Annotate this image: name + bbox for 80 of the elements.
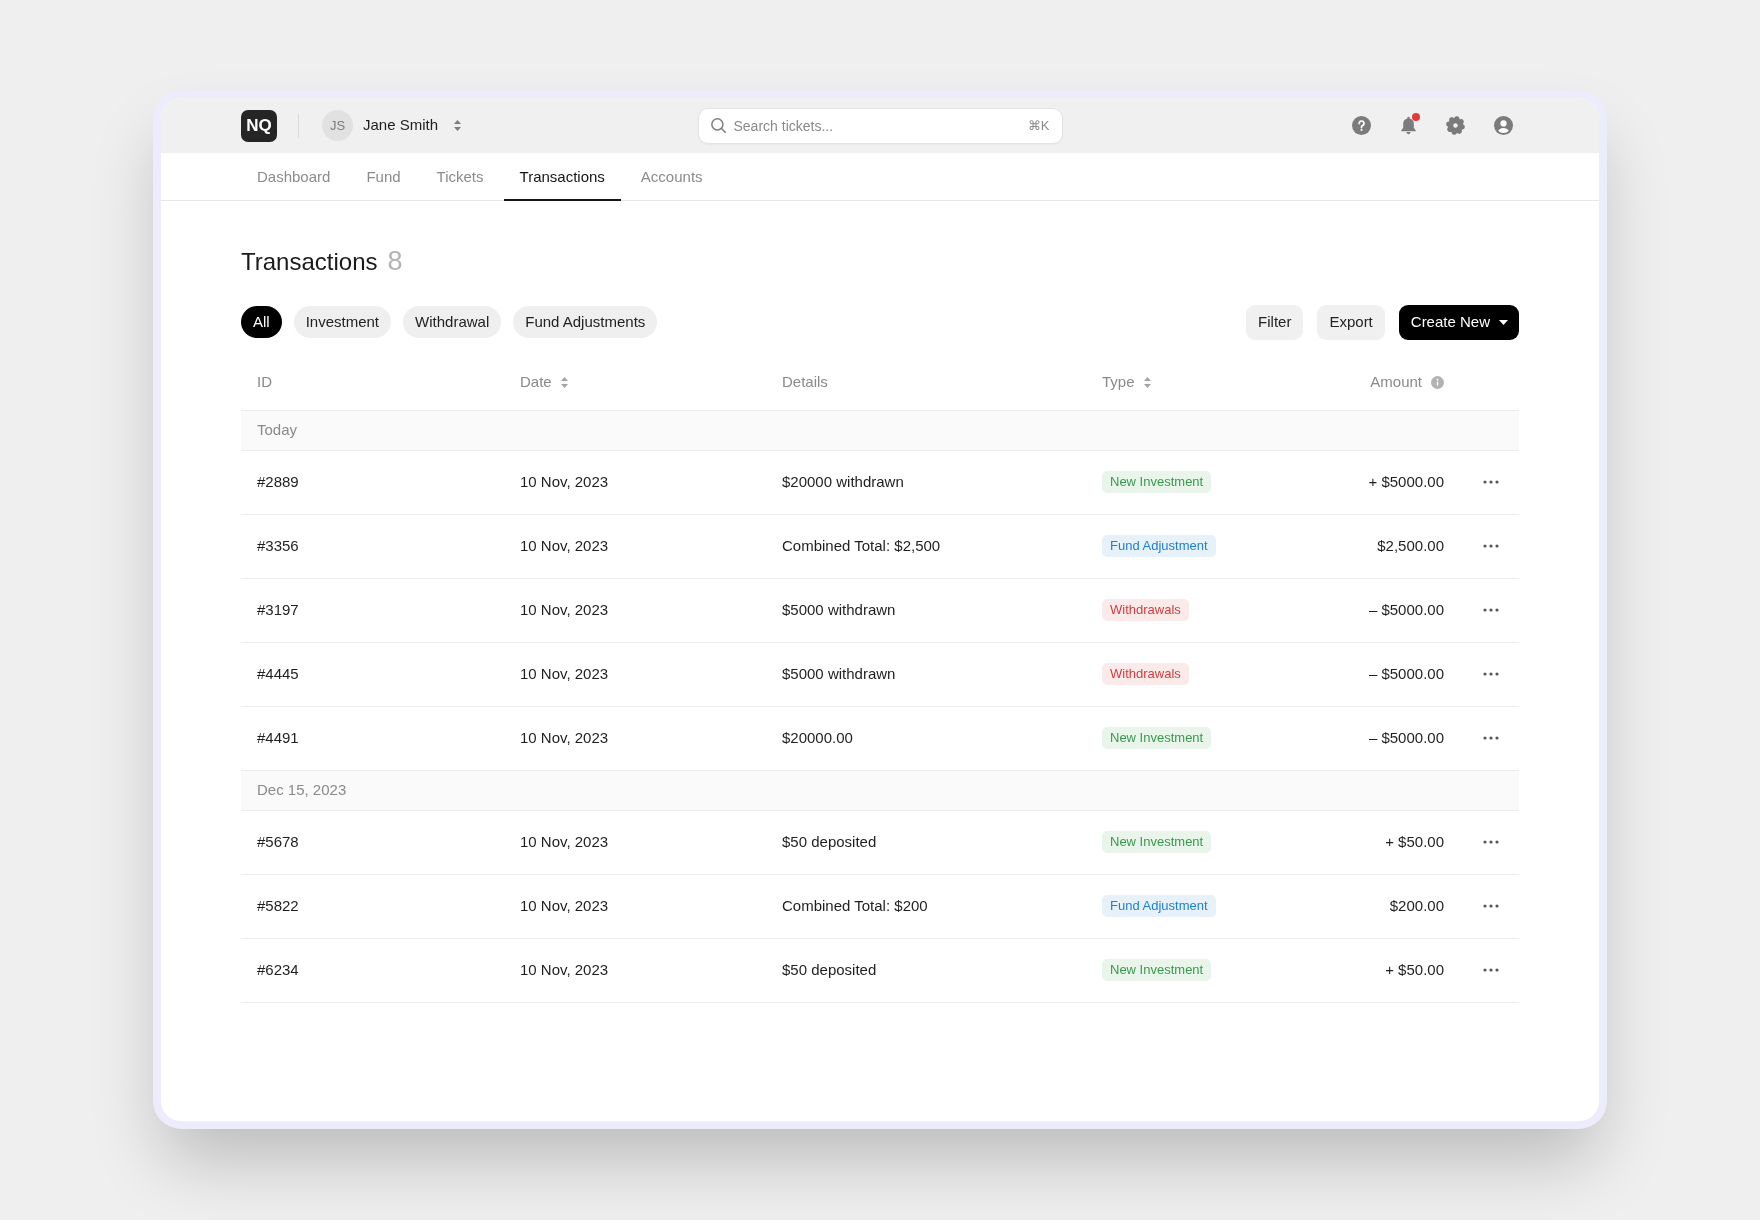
table-cell: #5678 xyxy=(257,833,299,850)
filter-chip[interactable]: Fund Adjustments xyxy=(513,306,658,338)
table-cell: #3197 xyxy=(257,601,299,618)
table-cell: Combined Total: $200 xyxy=(782,897,928,914)
column-header: ID xyxy=(257,372,272,393)
bell-icon[interactable] xyxy=(1400,116,1417,135)
table-cell-text: – $5000.00 xyxy=(1368,663,1444,684)
keyboard-shortcut: ⌘K xyxy=(1027,116,1050,135)
user-icon[interactable] xyxy=(1494,116,1513,135)
settings-icon[interactable] xyxy=(1446,116,1465,135)
help-icon[interactable] xyxy=(1352,116,1371,135)
more-options-icon[interactable] xyxy=(1482,480,1499,484)
chevron-up-down-icon[interactable] xyxy=(454,120,462,131)
more-options-icon[interactable] xyxy=(1482,904,1499,908)
more-options-icon[interactable] xyxy=(1482,968,1499,972)
table-cell: #4491 xyxy=(257,729,299,746)
table-cell: #5822 xyxy=(257,897,299,914)
table-cell: 10 Nov, 2023 xyxy=(520,897,609,914)
section-label: Today xyxy=(257,419,298,440)
search-input[interactable]: Search tickets... xyxy=(733,114,1020,137)
table-cell: #4445 xyxy=(257,665,299,682)
more-options-icon[interactable] xyxy=(1482,840,1499,844)
nav-tab[interactable]: Accounts xyxy=(624,153,719,201)
nav-tab[interactable]: Fund xyxy=(350,153,417,201)
table-cell: $20000.00 xyxy=(782,729,853,746)
table-cell-text: + $5000.00 xyxy=(1368,471,1444,492)
table-cell: 10 Nov, 2023 xyxy=(520,537,609,554)
action-button[interactable]: Export xyxy=(1317,304,1385,340)
column-header: Details xyxy=(782,372,828,393)
table-cell: $50 deposited xyxy=(782,961,877,978)
type-tag: Fund Adjustment xyxy=(1102,535,1216,557)
more-options-icon[interactable] xyxy=(1482,544,1499,548)
table-cell-text: – $5000.00 xyxy=(1368,727,1444,748)
table-cell: 10 Nov, 2023 xyxy=(520,833,609,850)
dropdown-button[interactable]: Create New xyxy=(1398,304,1519,340)
table-cell: #3356 xyxy=(257,537,299,554)
table-cell: $5000 withdrawn xyxy=(782,665,896,682)
type-tag: New Investment xyxy=(1102,959,1212,981)
filter-chip[interactable]: All xyxy=(241,306,282,338)
more-options-icon[interactable] xyxy=(1482,672,1499,676)
type-tag: Withdrawals xyxy=(1102,663,1189,685)
column-header[interactable]: Date xyxy=(520,371,552,394)
table-cell: 10 Nov, 2023 xyxy=(520,601,609,618)
action-button[interactable]: Filter xyxy=(1246,304,1304,340)
table-cell: 10 Nov, 2023 xyxy=(520,961,609,978)
nav-tab[interactable]: Dashboard xyxy=(241,153,347,201)
table-cell: $50 deposited xyxy=(782,833,877,850)
filter-chip[interactable]: Investment xyxy=(293,306,392,338)
column-header: Amount xyxy=(1370,372,1422,393)
caret-down-icon xyxy=(1499,319,1508,325)
type-tag: New Investment xyxy=(1102,727,1212,749)
type-tag: New Investment xyxy=(1102,831,1212,853)
table-cell: #6234 xyxy=(257,961,299,978)
table-cell: 10 Nov, 2023 xyxy=(520,729,609,746)
search-bar[interactable]: Search tickets... ⌘K xyxy=(697,107,1063,144)
table-cell: Combined Total: $2,500 xyxy=(782,537,941,554)
type-tag: Fund Adjustment xyxy=(1102,895,1216,917)
table-cell: #2889 xyxy=(257,473,299,490)
filter-chip[interactable]: Withdrawal xyxy=(403,306,502,338)
more-options-icon[interactable] xyxy=(1482,736,1499,740)
table-cell: $5000 withdrawn xyxy=(782,601,896,618)
table-cell-text: – $5000.00 xyxy=(1368,599,1444,620)
page-title: Transactions xyxy=(241,247,378,277)
section-label: Dec 15, 2023 xyxy=(257,779,347,800)
table-cell: $20000 withdrawn xyxy=(782,473,904,490)
logo[interactable]: NQ xyxy=(241,109,277,142)
user-avatar: JS xyxy=(322,110,353,141)
more-options-icon[interactable] xyxy=(1482,608,1499,612)
table-cell-text: $2,500.00 xyxy=(1377,535,1444,556)
table-cell-text: + $50.00 xyxy=(1385,959,1444,980)
item-count: 8 xyxy=(387,245,403,278)
type-tag: New Investment xyxy=(1102,471,1212,493)
type-tag: Withdrawals xyxy=(1102,599,1189,621)
table-cell-text: $200.00 xyxy=(1389,895,1444,916)
table-cell: 10 Nov, 2023 xyxy=(520,665,609,682)
table-cell-text: + $50.00 xyxy=(1385,831,1444,852)
user-name[interactable]: Jane Smith xyxy=(363,114,439,137)
table-cell: 10 Nov, 2023 xyxy=(520,473,609,490)
search-icon xyxy=(710,118,726,133)
nav-tab[interactable]: Transactions xyxy=(503,153,621,201)
